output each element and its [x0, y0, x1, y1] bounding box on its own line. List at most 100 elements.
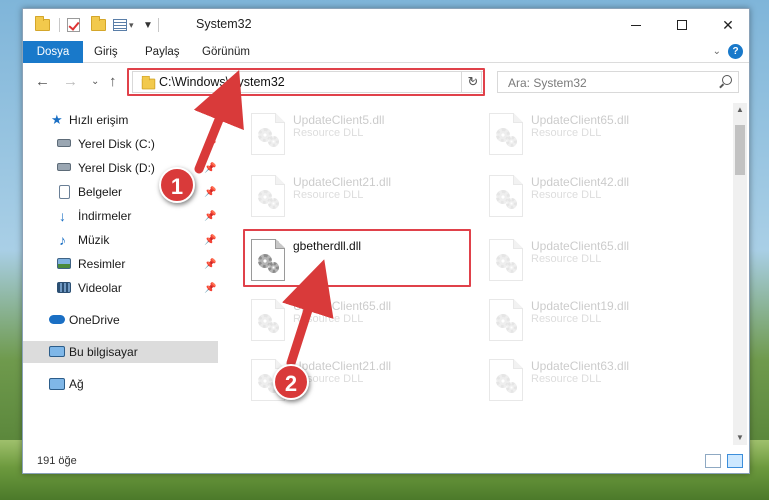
dll-file-icon: [251, 175, 285, 217]
sidebar-item-local-disk-c[interactable]: Yerel Disk (C:) 📌: [23, 133, 218, 155]
sidebar-item-videos[interactable]: Videolar 📌: [23, 277, 218, 299]
pin-icon[interactable]: 📌: [204, 235, 216, 246]
file-name: UpdateClient65.dll: [293, 299, 392, 313]
scroll-down-icon[interactable]: ▼: [733, 431, 747, 445]
cloud-icon: [49, 315, 65, 324]
tab-file[interactable]: Dosya: [23, 41, 83, 63]
file-type: Resource DLL: [531, 189, 602, 201]
sidebar-item-label: Ağ: [69, 377, 84, 391]
close-button[interactable]: ✕: [705, 9, 749, 41]
search-input[interactable]: Ara: System32: [497, 71, 739, 93]
forward-button[interactable]: →: [63, 74, 78, 90]
file-item[interactable]: UpdateClient5.dll Resource DLL: [243, 109, 473, 165]
sidebar-item-downloads[interactable]: ↓ İndirmeler 📌: [23, 205, 218, 227]
ribbon-tabs: Dosya Giriş Paylaş Görünüm ⌄ ?: [23, 41, 749, 63]
pin-icon[interactable]: 📌: [204, 163, 216, 174]
sidebar-item-label: Yerel Disk (C:): [78, 137, 155, 151]
file-type: Resource DLL: [531, 373, 602, 385]
file-name: UpdateClient21.dll: [293, 175, 392, 189]
close-icon: ✕: [722, 16, 734, 33]
up-button[interactable]: ↑: [109, 74, 117, 90]
vertical-scrollbar[interactable]: ▲ ▼: [733, 103, 747, 445]
maximize-icon: [677, 20, 687, 30]
navigation-pane: ★ Hızlı erişim Yerel Disk (C:) 📌 Yerel D…: [23, 103, 218, 445]
step-marker-1: 1: [159, 167, 195, 203]
new-folder-icon[interactable]: [91, 16, 106, 33]
pin-icon[interactable]: 📌: [204, 259, 216, 270]
sidebar-item-label: Resimler: [78, 257, 126, 271]
pin-icon[interactable]: 📌: [204, 187, 216, 198]
toolbar-dropdown-icon[interactable]: ▼: [143, 17, 153, 33]
details-view-button[interactable]: [705, 454, 721, 468]
dll-file-icon: [251, 299, 285, 341]
navigation-bar: ← → ⌄ ↑ C:\Windows\System32 ⌄ ↻ Ara: Sys…: [23, 64, 749, 100]
file-explorer-window: ▾ ▼ System32 ✕ Dosya Giriş Paylaş Görünü…: [22, 8, 750, 474]
search-placeholder: Ara: System32: [508, 76, 587, 90]
file-item[interactable]: UpdateClient65.dll Resource DLL: [481, 235, 711, 291]
sidebar-item-label: Müzik: [78, 233, 110, 247]
properties-check-icon[interactable]: [67, 17, 80, 33]
file-type: Resource DLL: [531, 313, 602, 325]
sidebar-item-music[interactable]: ♪ Müzik 📌: [23, 229, 218, 251]
file-item[interactable]: UpdateClient19.dll Resource DLL: [481, 295, 711, 351]
music-icon: ♪: [59, 232, 66, 248]
sidebar-item-label: Belgeler: [78, 185, 123, 199]
help-icon[interactable]: ?: [728, 44, 743, 59]
sidebar-item-quick-access[interactable]: ★ Hızlı erişim: [23, 109, 218, 131]
expand-ribbon-icon[interactable]: ⌄: [713, 46, 721, 57]
tab-home[interactable]: Giriş: [83, 41, 129, 63]
file-item[interactable]: UpdateClient21.dll Resource DLL: [243, 171, 473, 227]
dll-file-icon: [489, 113, 523, 155]
recent-locations-icon[interactable]: ⌄: [91, 74, 99, 90]
window-folder-icon: [35, 16, 50, 33]
file-name: UpdateClient19.dll: [531, 299, 630, 313]
quick-access-separator: [59, 17, 60, 33]
scroll-up-icon[interactable]: ▲: [733, 103, 747, 117]
file-type: Resource DLL: [531, 253, 602, 265]
search-icon: [722, 75, 732, 85]
pin-icon[interactable]: 📌: [204, 283, 216, 294]
step-marker-2: 2: [273, 364, 309, 400]
sidebar-item-label: İndirmeler: [78, 209, 132, 223]
maximize-button[interactable]: [659, 9, 705, 41]
status-bar: 191 öğe: [23, 449, 749, 473]
sidebar-item-label: OneDrive: [69, 313, 120, 327]
sidebar-item-label: Hızlı erişim: [69, 113, 129, 127]
sidebar-item-label: Yerel Disk (D:): [78, 161, 155, 175]
sidebar-item-network[interactable]: Ağ: [23, 373, 218, 395]
minimize-icon: [631, 24, 641, 26]
pin-icon[interactable]: 📌: [204, 139, 216, 150]
sidebar-item-label: Bu bilgisayar: [69, 345, 138, 359]
file-type: Resource DLL: [293, 127, 364, 139]
sidebar-item-pictures[interactable]: Resimler 📌: [23, 253, 218, 275]
downloads-icon: ↓: [59, 208, 66, 224]
network-icon: [49, 378, 65, 390]
file-name: UpdateClient42.dll: [531, 175, 630, 189]
computer-icon: [49, 346, 65, 357]
sidebar-item-label: Videolar: [78, 281, 122, 295]
drive-icon: [57, 139, 71, 147]
file-item[interactable]: UpdateClient42.dll Resource DLL: [481, 171, 711, 227]
sidebar-item-this-pc[interactable]: Bu bilgisayar: [23, 341, 218, 363]
scroll-thumb[interactable]: [735, 125, 745, 175]
file-item[interactable]: UpdateClient65.dll Resource DLL: [243, 295, 473, 351]
pin-icon[interactable]: 📌: [204, 211, 216, 222]
drive-icon: [57, 163, 71, 171]
properties-icon[interactable]: [113, 17, 127, 33]
sidebar-item-onedrive[interactable]: OneDrive: [23, 309, 218, 331]
tab-share[interactable]: Paylaş: [134, 41, 191, 63]
tab-view[interactable]: Görünüm: [191, 41, 261, 63]
minimize-button[interactable]: [613, 9, 659, 41]
dll-file-icon: [489, 239, 523, 281]
file-item[interactable]: UpdateClient63.dll Resource DLL: [481, 355, 711, 411]
window-title: System32: [196, 17, 252, 31]
file-item[interactable]: UpdateClient65.dll Resource DLL: [481, 109, 711, 165]
file-name: UpdateClient63.dll: [531, 359, 630, 373]
file-name: UpdateClient65.dll: [531, 239, 630, 253]
back-button[interactable]: ←: [35, 74, 50, 90]
customize-toolbar-icon[interactable]: ▾: [129, 17, 134, 33]
large-icons-view-button[interactable]: [727, 454, 743, 468]
file-highlight-box: [243, 229, 471, 287]
videos-icon: [57, 282, 71, 293]
file-name: UpdateClient65.dll: [531, 113, 630, 127]
